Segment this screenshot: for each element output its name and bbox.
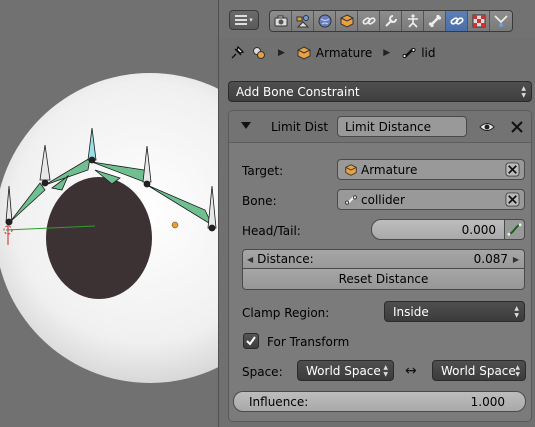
viewport-canvas <box>0 73 218 383</box>
3d-viewport[interactable] <box>0 0 218 427</box>
bone-constraint-icon <box>449 17 464 25</box>
tab-object-constraints[interactable] <box>358 11 380 31</box>
clamp-region-value: Inside <box>393 304 429 319</box>
bbone-curve-icon <box>507 223 522 236</box>
updown-arrows-icon: ▲ ▼ <box>514 305 519 319</box>
editor-type-menu[interactable]: ▾ <box>229 10 259 30</box>
target-space-value: World Space <box>441 363 516 378</box>
pin-icon[interactable] <box>229 45 245 61</box>
material-checker-icon <box>472 14 485 28</box>
breadcrumb-separator: ▶ <box>278 48 285 58</box>
tab-texture[interactable] <box>490 11 512 31</box>
influence-value: 1.000 <box>470 394 505 409</box>
space-label: Space: <box>242 365 283 379</box>
close-icon[interactable] <box>509 119 525 135</box>
add-bone-constraint-label: Add Bone Constraint <box>236 84 360 99</box>
clamp-region-label: Clamp Region: <box>242 306 330 320</box>
breadcrumb-bone-label: lid <box>421 46 436 60</box>
tab-material[interactable] <box>468 11 490 31</box>
head-tail-value: 0.000 <box>461 222 496 237</box>
wrench-icon <box>384 15 397 27</box>
for-transform-checkbox[interactable] <box>243 333 259 349</box>
bone-field[interactable]: collider <box>337 189 525 210</box>
distance-value: 0.087 <box>473 252 508 266</box>
tab-scene[interactable] <box>292 11 314 31</box>
breadcrumb-bone: lid <box>401 45 435 61</box>
checkmark-icon <box>246 336 256 346</box>
owner-space-select[interactable]: World Space ▲ ▼ <box>297 360 394 381</box>
breadcrumb-separator: ▶ <box>383 48 391 58</box>
scene-icon <box>296 15 309 28</box>
target-field[interactable]: Armature <box>337 159 525 180</box>
influence-label: Influence: <box>249 394 309 409</box>
bbone-toggle[interactable] <box>504 219 525 240</box>
tab-object-data[interactable] <box>402 11 424 31</box>
armature-icon <box>345 163 357 176</box>
tab-render[interactable] <box>270 11 292 31</box>
tab-world[interactable] <box>314 11 336 31</box>
reset-distance-label: Reset Distance <box>338 272 429 286</box>
add-bone-constraint-menu[interactable]: Add Bone Constraint ▲ ▼ <box>228 81 532 102</box>
object-cube-icon <box>340 14 353 28</box>
updown-arrows-icon: ▲ ▼ <box>515 364 520 378</box>
breadcrumb-armature-label: Armature <box>315 46 373 60</box>
target-space-select[interactable]: World Space ▲ ▼ <box>432 360 526 381</box>
properties-editor: ▾ ▶ Armature ▶ lid Add Bone Constraint ▲… <box>218 0 535 427</box>
bone-icon <box>345 194 357 205</box>
reset-distance-button[interactable]: Reset Distance <box>242 269 525 290</box>
for-transform-label: For Transform <box>267 335 350 349</box>
constraint-name-value: Limit Distance <box>345 119 432 134</box>
clear-x-icon[interactable] <box>505 162 520 177</box>
pupil-mesh[interactable] <box>46 177 152 299</box>
target-value: Armature <box>361 162 418 177</box>
breadcrumb: ▶ Armature ▶ lid <box>219 38 535 68</box>
camera-icon <box>274 15 287 27</box>
texture-icon <box>494 15 508 27</box>
eye-icon[interactable] <box>479 119 495 135</box>
properties-header: ▾ <box>219 0 535 38</box>
bone-value: collider <box>361 192 405 207</box>
clamp-region-select[interactable]: Inside ▲ ▼ <box>384 301 525 322</box>
head-tail-label: Head/Tail: <box>242 224 301 238</box>
tab-object[interactable] <box>336 11 358 31</box>
world-icon <box>318 14 331 28</box>
breadcrumb-armature: Armature <box>296 45 372 61</box>
head-tail-slider[interactable]: 0.000 <box>371 219 505 240</box>
mesh-icon <box>253 47 265 59</box>
distance-field[interactable]: ◀ Distance: 0.087 ▶ <box>242 249 525 269</box>
tab-modifiers[interactable] <box>380 11 402 31</box>
clear-x-icon[interactable] <box>505 192 520 207</box>
tab-bone[interactable] <box>424 11 446 31</box>
distance-label: Distance: <box>257 252 314 266</box>
chevron-right-icon[interactable]: ▶ <box>513 255 519 264</box>
constraint-header: Limit Dist Limit Distance <box>229 111 531 143</box>
context-tabs <box>269 10 513 32</box>
constraint-name-field[interactable]: Limit Distance <box>337 116 467 137</box>
bone-icon <box>428 14 441 28</box>
influence-slider[interactable]: Influence: 1.000 <box>233 391 526 412</box>
bone-label: Bone: <box>242 194 277 208</box>
constraint-panel: Limit Dist Limit Distance Target: Armatu… <box>228 110 532 422</box>
target-label: Target: <box>242 164 284 178</box>
breadcrumb-mesh <box>251 45 267 61</box>
properties-editor-icon <box>235 15 248 25</box>
tab-bone-constraints[interactable] <box>446 11 468 31</box>
object-origin <box>171 221 179 229</box>
collapse-arrow-icon[interactable] <box>241 122 251 129</box>
link-icon <box>361 17 376 25</box>
double-arrow-icon: ↔ <box>405 363 417 379</box>
constraint-type-label: Limit Dist <box>271 120 329 134</box>
updown-arrows-icon: ▲ ▼ <box>383 364 388 378</box>
owner-space-value: World Space <box>306 363 381 378</box>
armature-data-icon <box>407 14 418 28</box>
chevron-left-icon[interactable]: ◀ <box>247 255 253 264</box>
armature-icon <box>297 46 311 60</box>
chevron-down-icon: ▾ <box>249 15 253 24</box>
bone-icon <box>402 47 416 59</box>
updown-arrows-icon: ▲ ▼ <box>521 85 526 99</box>
